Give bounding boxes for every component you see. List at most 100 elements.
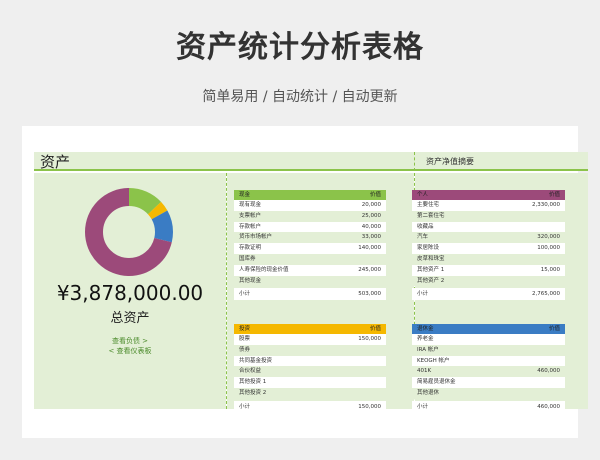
row-value[interactable]: 2,330,000 (532, 200, 560, 211)
personal-table-header: 个人 价值 (412, 190, 565, 200)
row-label: 货币市场帐户 (239, 234, 273, 241)
row-label: 股票 (239, 336, 251, 342)
cash-table-header: 现金 价值 (234, 190, 386, 200)
row-label: 收藏品 (417, 223, 434, 230)
personal-table: 个人 价值主要住宅 2,330,000 第二套住宅 收藏品汽车 320,000 家居陈设 10… (412, 190, 565, 301)
row-value[interactable]: 25,000 (362, 211, 381, 222)
table-row[interactable]: 其他资产 2 (412, 275, 565, 287)
table-row[interactable]: 其他投资 2 (234, 387, 386, 399)
table-row[interactable]: 货币市场帐户 33,000 (234, 232, 386, 244)
table-row[interactable]: 其他退休 (412, 387, 565, 399)
subtotal-value: 460,000 (537, 403, 560, 410)
table-header-label: 投资 (239, 326, 251, 332)
row-label: 家居陈设 (417, 245, 440, 252)
table-row[interactable]: KEOGH 帐户 (412, 355, 565, 367)
table-header-label: 现金 (239, 192, 251, 198)
row-label: 主要住宅 (417, 202, 440, 208)
table-row[interactable]: 第二套住宅 (412, 210, 565, 222)
row-label: 401K (417, 368, 432, 375)
row-label: 其他资产 2 (417, 277, 445, 284)
row-label: 人寿保险的现金价值 (239, 266, 289, 273)
total-assets-label: 总资产 (110, 311, 150, 326)
subtotal-value: 2,765,000 (532, 291, 560, 298)
table-row[interactable]: 存款证明 140,000 (234, 243, 386, 254)
table-row[interactable]: 共同基金投资 (234, 355, 386, 367)
view-liabilities-link[interactable]: 查看负债 > (34, 336, 226, 346)
table-row[interactable]: 养老金 (412, 334, 565, 345)
table-row[interactable]: 主要住宅 2,330,000 (412, 200, 565, 211)
cash-table: 现金 价值 现有现金 20,000 支票帐户 25,000 存款帐户 40,000 货币市场帐户… (234, 190, 386, 301)
table-row[interactable]: 债券 (234, 344, 386, 356)
table-row[interactable]: 家居陈设 100,000 (412, 243, 565, 254)
retire-table-header: 退休金 价值 (412, 324, 565, 334)
row-value[interactable]: 245,000 (358, 265, 381, 276)
asset-sheet: 资产 资产净值摘要 ¥3,878,000.00 总资产 查看负债 > < 查看仪… (22, 126, 588, 438)
table-row[interactable]: 国库券 (234, 253, 386, 265)
row-value[interactable]: 460,000 (537, 366, 560, 377)
table-row[interactable]: 合伙权益 (234, 366, 386, 378)
subtotal-label: 小计 (239, 291, 251, 298)
section-title-assets: 资产 (40, 153, 71, 171)
asset-donut-chart (85, 188, 173, 276)
table-subtotal-row: 小计 150,000 (234, 400, 386, 413)
table-row[interactable]: IRA 帐户 (412, 344, 565, 356)
subtotal-value: 150,000 (358, 403, 381, 410)
table-header-value: 价值 (548, 192, 560, 198)
table-subtotal-row: 小计 503,000 (234, 288, 386, 301)
row-label: 其他退休 (417, 389, 440, 396)
row-value[interactable]: 140,000 (358, 243, 381, 254)
page-subtitle: 简单易用 / 自动统计 / 自动更新 (202, 89, 398, 105)
total-assets-amount: ¥3,878,000.00 (56, 281, 204, 305)
table-row[interactable]: 汽车 320,000 (412, 232, 565, 244)
row-value[interactable]: 15,000 (541, 265, 560, 276)
row-label: IRA 帐户 (417, 346, 439, 353)
view-dashboard-link[interactable]: < 查看仪表板 (34, 346, 226, 356)
row-value[interactable]: 100,000 (537, 243, 560, 254)
row-label: 其他现金 (239, 277, 262, 284)
row-label: 其他资产 1 (417, 266, 445, 273)
table-row[interactable]: 存款帐户 40,000 (234, 221, 386, 233)
retirement-table: 退休金 价值养老金 IRA 帐户 KEOGH 帐户 401K 460,000 简易雇员退休金… (412, 324, 565, 413)
row-label: 国库券 (239, 255, 256, 262)
row-value[interactable]: 150,000 (358, 334, 381, 345)
row-label: KEOGH 帐户 (417, 357, 450, 364)
row-label: 共同基金投资 (239, 357, 273, 364)
table-row[interactable]: 401K 460,000 (412, 366, 565, 378)
table-row[interactable]: 其他投资 1 (234, 377, 386, 388)
header-divider (414, 152, 415, 171)
row-label: 汽车 (417, 234, 429, 241)
table-row[interactable]: 其他资产 1 15,000 (412, 264, 565, 276)
table-row[interactable]: 股票 150,000 (234, 334, 386, 345)
table-header-value: 价值 (369, 326, 381, 332)
row-label: 支票帐户 (239, 212, 262, 219)
table-row[interactable]: 简易雇员退休金 (412, 377, 565, 388)
table-row[interactable]: 收藏品 (412, 221, 565, 233)
table-row[interactable]: 支票帐户 25,000 (234, 210, 386, 222)
row-label: 皮草和珠宝 (417, 255, 445, 262)
subtotal-label: 小计 (417, 291, 429, 298)
row-label: 简易雇员退休金 (417, 379, 456, 386)
row-value[interactable]: 40,000 (362, 222, 381, 233)
section-title-net-worth: 资产净值摘要 (426, 157, 474, 166)
row-label: 存款帐户 (239, 223, 262, 230)
table-row[interactable]: 皮草和珠宝 (412, 253, 565, 265)
table-header-label: 退休金 (417, 326, 434, 332)
subtotal-label: 小计 (239, 403, 251, 410)
row-label: 债券 (239, 346, 251, 353)
row-value[interactable]: 20,000 (362, 200, 381, 211)
investment-table: 投资 价值股票 150,000 债券共同基金投资合伙权益 其他投资 1 其他投资 2 小计 1… (234, 324, 386, 413)
subtotal-label: 小计 (417, 403, 429, 410)
row-value[interactable]: 33,000 (362, 232, 381, 243)
row-label: 其他投资 1 (239, 379, 267, 386)
table-row[interactable]: 其他现金 (234, 275, 386, 287)
row-label: 存款证明 (239, 245, 262, 252)
row-value[interactable]: 320,000 (537, 232, 560, 243)
table-subtotal-row: 小计 2,765,000 (412, 288, 565, 301)
row-label: 现有现金 (239, 202, 262, 208)
table-subtotal-row: 小计 460,000 (412, 400, 565, 413)
table-header-value: 价值 (548, 326, 560, 332)
invest-table-header: 投资 价值 (234, 324, 386, 334)
table-row[interactable]: 人寿保险的现金价值 245,000 (234, 264, 386, 276)
table-row[interactable]: 现有现金 20,000 (234, 200, 386, 211)
row-label: 其他投资 2 (239, 389, 267, 396)
